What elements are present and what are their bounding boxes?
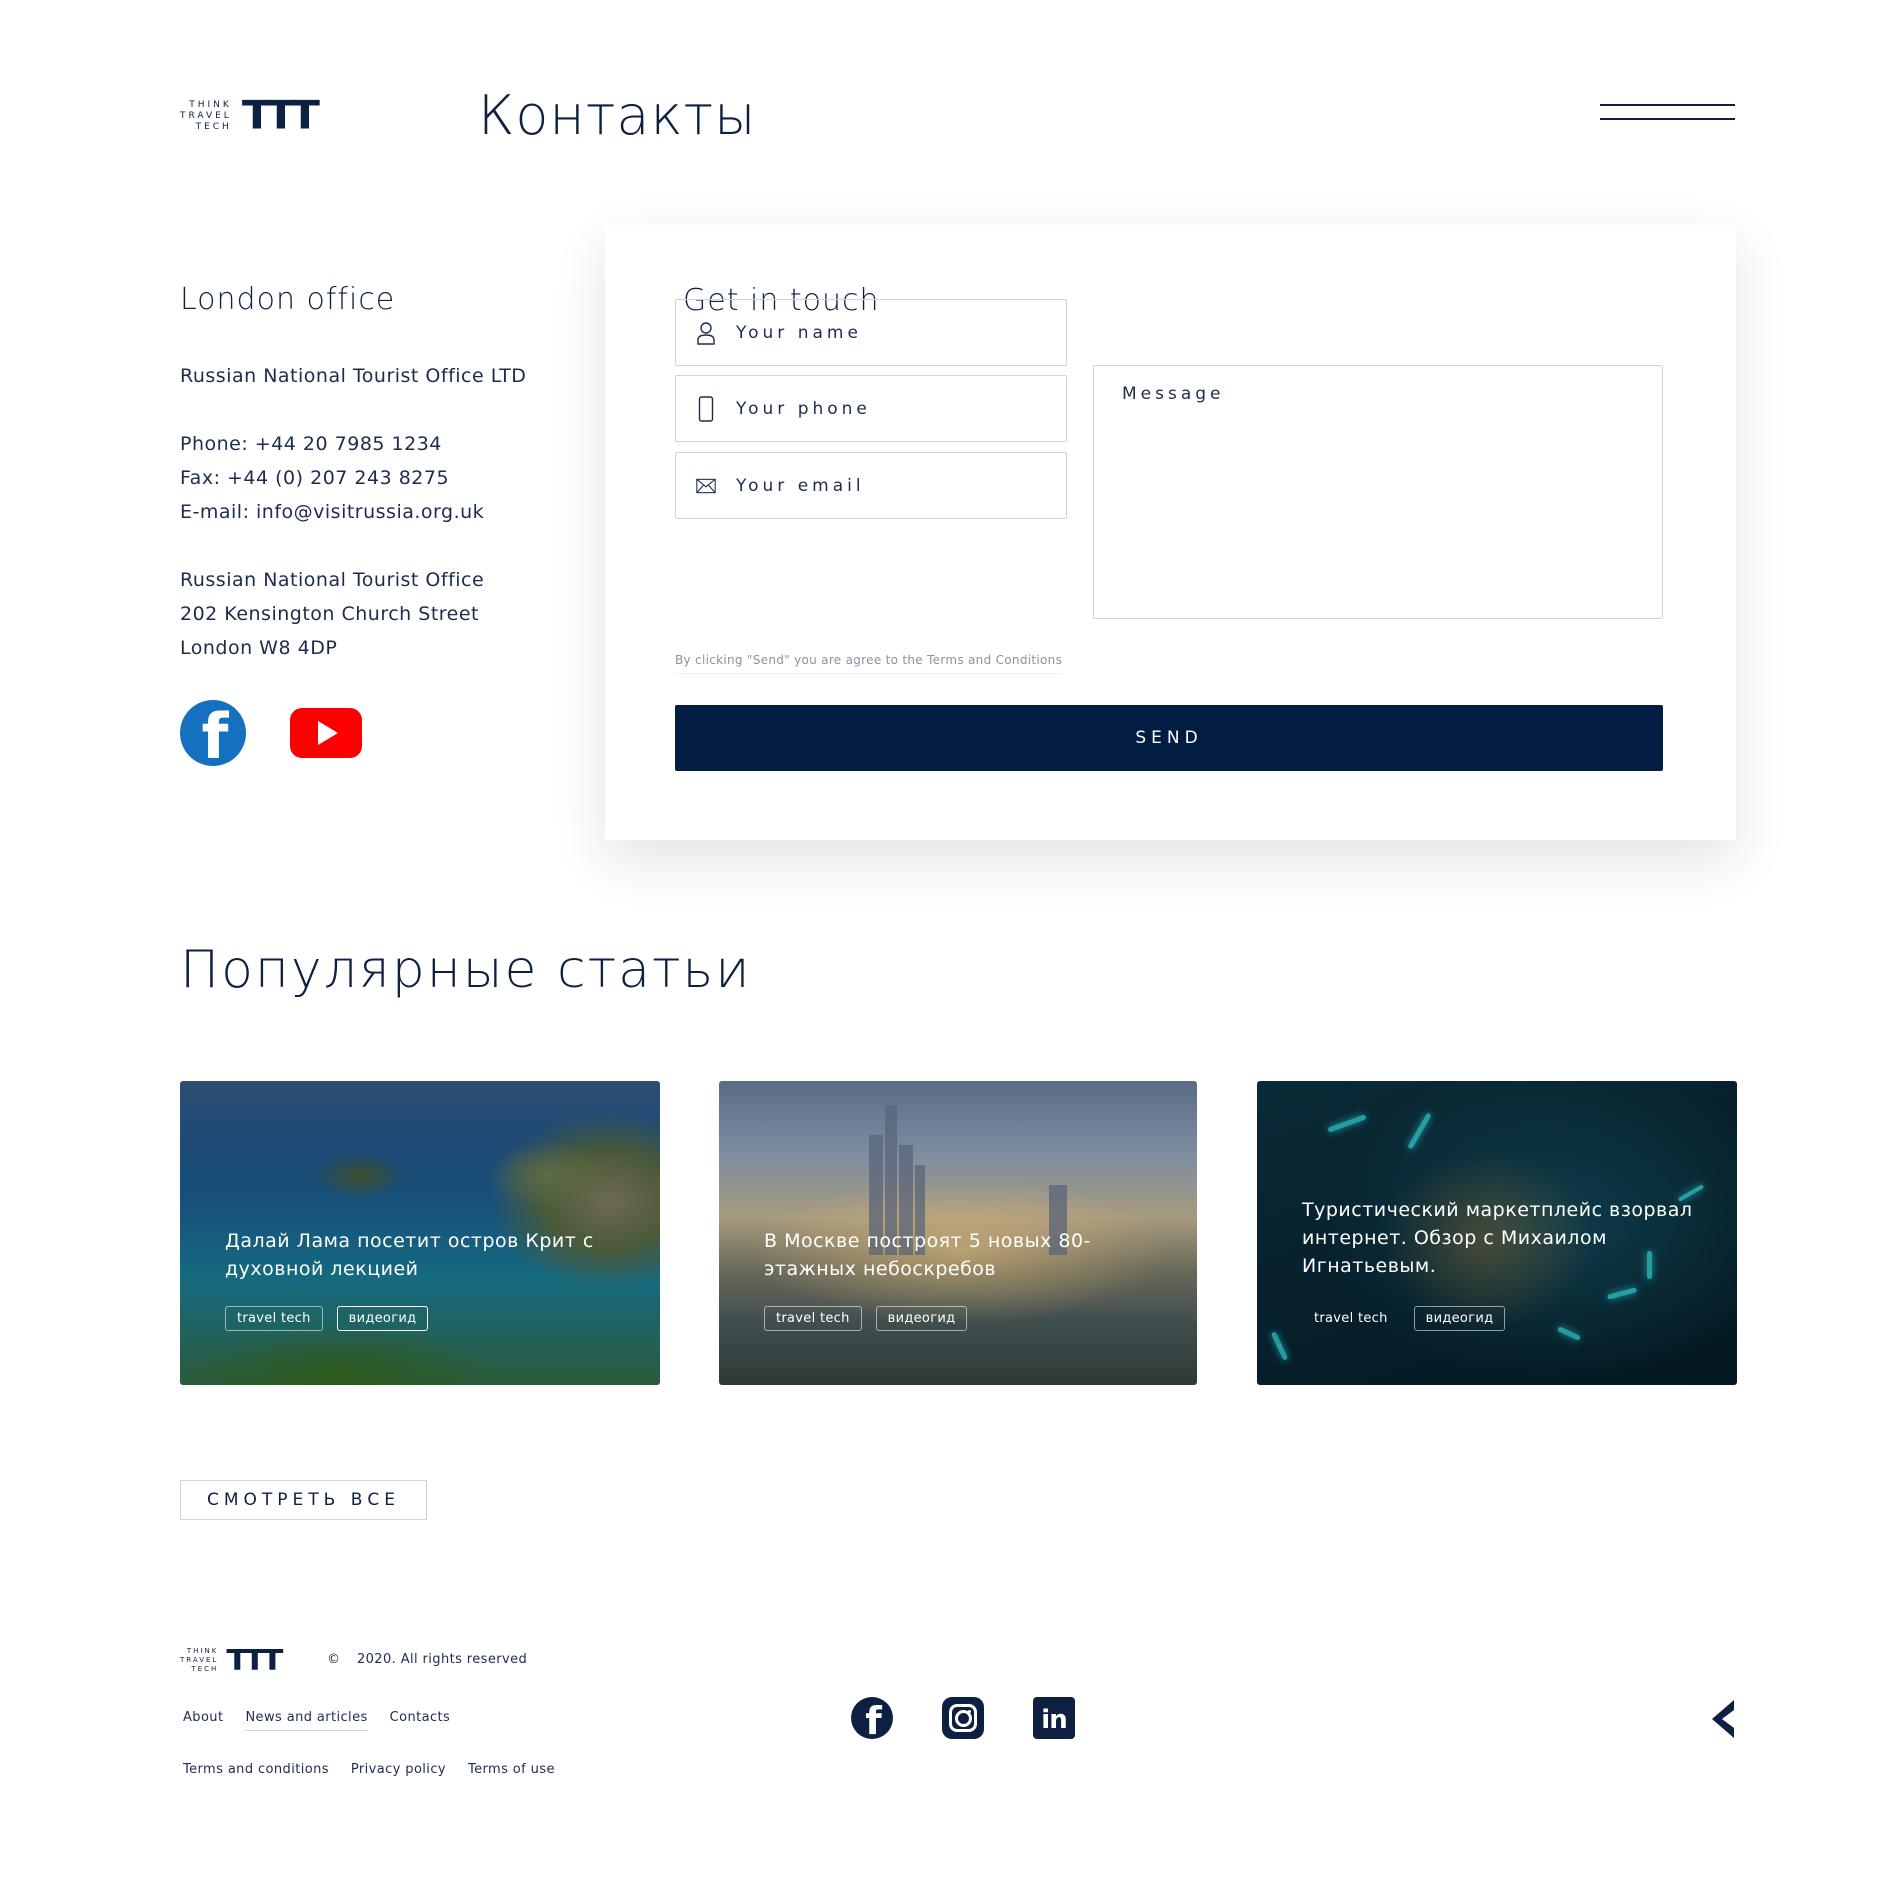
office-email[interactable]: E-mail: info@visitrussia.org.uk [180,495,580,529]
office-fax: Fax: +44 (0) 207 243 8275 [180,467,450,489]
footer-link-about[interactable]: About [183,1710,223,1731]
email-field[interactable] [675,452,1067,519]
page-title: Контакты [478,84,757,147]
footer-link-privacy[interactable]: Privacy policy [351,1762,446,1782]
contact-form-card: Get in touch By clicking "Send" you are … [605,225,1736,840]
office-socials: f [180,700,362,766]
facebook-icon[interactable]: f [851,1697,893,1739]
phone-field[interactable] [675,375,1067,442]
logo-tagline: THINK TRAVEL TECH [180,1646,219,1673]
articles-heading: Популярные статьи [180,940,752,1000]
article-card[interactable]: Далай Лама посетит остров Крит с духовно… [180,1081,660,1385]
phone-icon [696,395,716,422]
article-tags: travel tech видеогид [764,1306,968,1331]
article-card[interactable]: В Москве построят 5 новых 80-этажных неб… [719,1081,1197,1385]
footer-link-terms-of-use[interactable]: Terms of use [468,1762,555,1782]
email-input[interactable] [736,475,1056,496]
youtube-icon[interactable] [290,708,362,758]
name-input[interactable] [736,322,1056,343]
mail-icon [696,474,716,498]
address-line: 202 Kensington Church Street [180,603,479,625]
instagram-icon[interactable] [942,1697,984,1739]
address-line: London W8 4DP [180,637,338,659]
tag-chip[interactable]: видеогид [875,1306,968,1331]
copyright-text: 2020. All rights reserved [356,1652,528,1667]
footer-nav-primary: About News and articles Contacts [183,1710,450,1731]
article-title[interactable]: Далай Лама посетит остров Крит с духовно… [225,1227,620,1283]
send-button[interactable]: SEND [675,705,1663,771]
footer-link-contacts[interactable]: Contacts [390,1710,451,1731]
logo-tagline: THINK TRAVEL TECH [180,99,232,132]
article-title[interactable]: Туристический маркетплейс взорвал интерн… [1302,1196,1697,1280]
tag-chip[interactable]: видеогид [336,1306,429,1331]
message-input[interactable] [1122,384,1634,600]
name-field[interactable] [675,299,1067,366]
logo-mark: TTT [226,1642,283,1678]
address-line: Russian National Tourist Office [180,569,485,591]
header-logo[interactable]: THINK TRAVEL TECH TTT [180,92,320,139]
view-all-button[interactable]: СМОТРЕТЬ ВСЕ [180,1480,427,1520]
copyright-symbol: © [327,1652,341,1667]
message-field[interactable] [1093,365,1663,619]
office-info: London office Russian National Tourist O… [180,282,580,665]
article-tags: travel tech видеогид [225,1306,429,1331]
linkedin-icon[interactable]: in [1033,1697,1075,1739]
tag-chip[interactable]: travel tech [764,1306,862,1331]
facebook-icon[interactable]: f [180,700,246,766]
office-company: Russian National Tourist Office LTD [180,365,527,387]
footer-link-terms-conditions[interactable]: Terms and conditions [183,1762,329,1782]
footer-link-news[interactable]: News and articles [245,1710,368,1731]
article-card[interactable]: Туристический маркетплейс взорвал интерн… [1257,1081,1737,1385]
tag-chip[interactable]: видеогид [1413,1306,1506,1331]
article-tags: travel tech видеогид [1302,1306,1506,1331]
chevron-left-icon[interactable] [1708,1698,1736,1740]
article-title[interactable]: В Москве построят 5 новых 80-этажных неб… [764,1227,1157,1283]
logo-mark: TTT [241,92,320,139]
office-phone: Phone: +44 20 7985 1234 [180,433,442,455]
copyright: © 2020. All rights reserved [327,1652,527,1667]
user-icon [696,321,716,345]
tag-chip[interactable]: travel tech [1302,1306,1400,1331]
tag-chip[interactable]: travel tech [225,1306,323,1331]
phone-input[interactable] [736,398,1056,419]
office-heading: London office [180,282,396,317]
footer-nav-legal: Terms and conditions Privacy policy Term… [183,1762,555,1782]
hamburger-icon[interactable] [1600,104,1735,122]
footer-logo[interactable]: THINK TRAVEL TECH TTT [180,1642,283,1678]
terms-note[interactable]: By clicking "Send" you are agree to the … [675,653,1063,674]
